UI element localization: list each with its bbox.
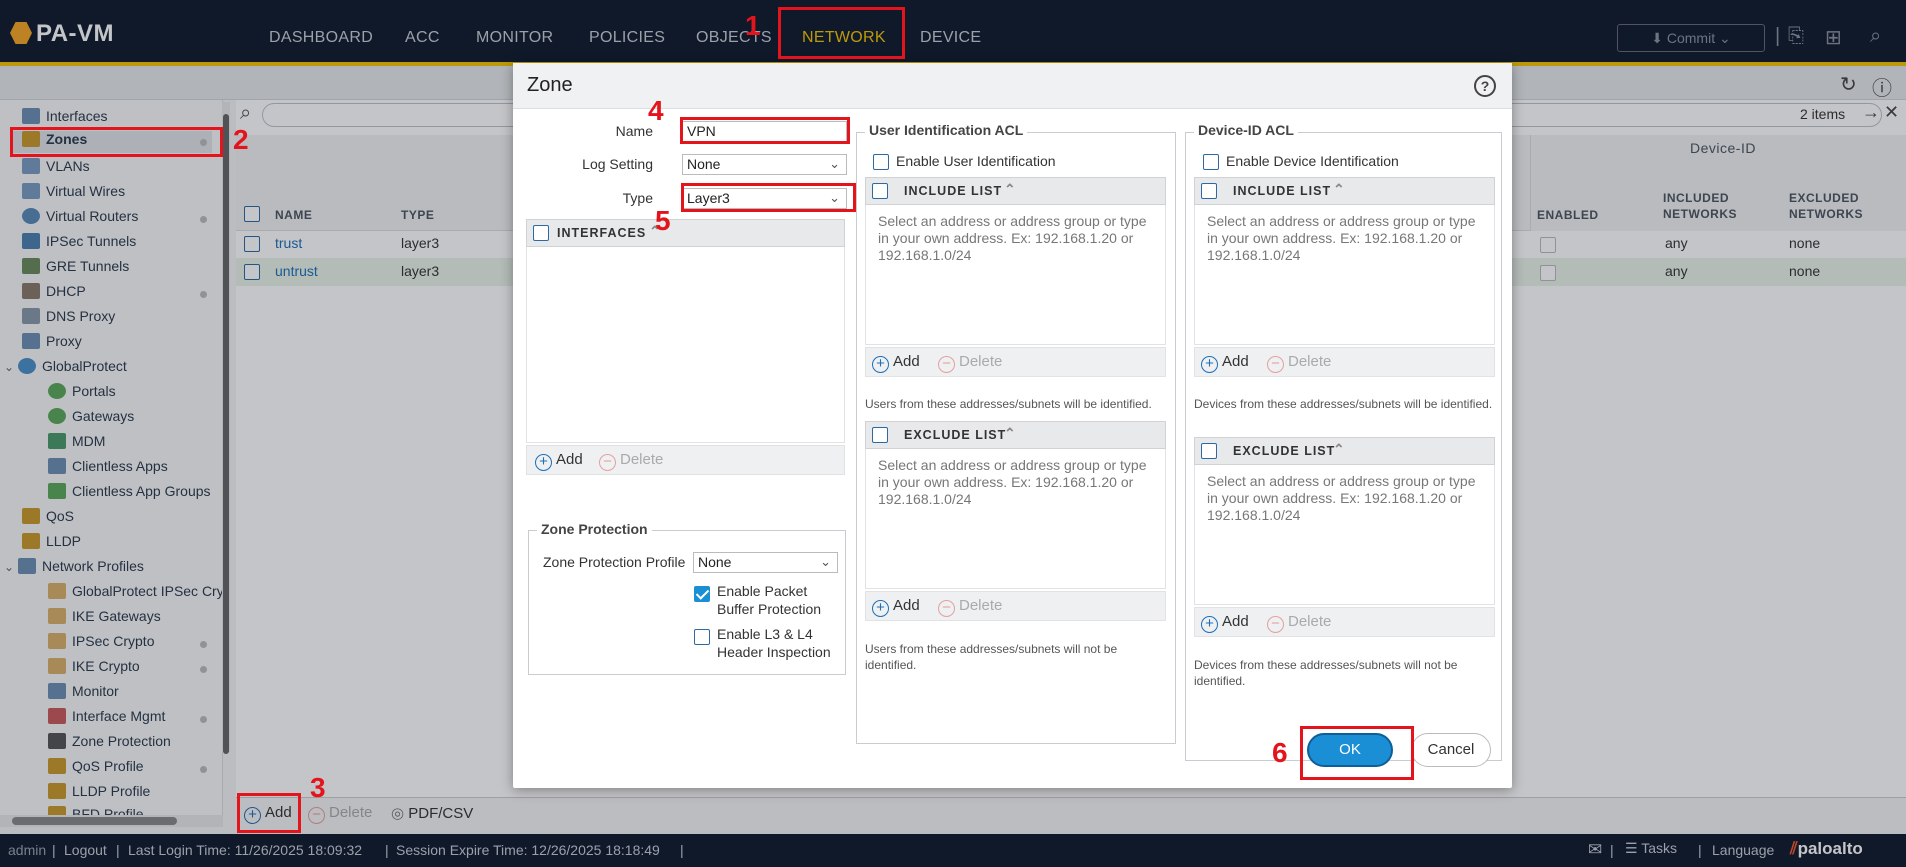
user-include-delete-button[interactable]: − Delete <box>938 353 1002 373</box>
device-include-list-header: INCLUDE LIST ⌃ <box>1194 177 1495 205</box>
chevron-up-icon[interactable]: ⌃ <box>1004 425 1017 442</box>
device-exclude-header-label: EXCLUDE LIST <box>1233 444 1336 458</box>
interfaces-add-button[interactable]: + Add <box>535 451 583 471</box>
user-include-note: Users from these addresses/subnets will … <box>865 397 1152 411</box>
user-include-list-header: INCLUDE LIST ⌃ <box>865 177 1166 205</box>
annotation-number-1: 1 <box>745 10 761 41</box>
zone-protection-profile-label: Zone Protection Profile <box>543 554 686 570</box>
annotation-number-4: 4 <box>648 95 664 126</box>
device-include-list[interactable]: Select an address or address group or ty… <box>1194 205 1495 345</box>
annotation-box-name <box>680 117 850 144</box>
dialog-title: Zone <box>527 74 573 96</box>
user-include-footer: + Add − Delete <box>865 347 1166 377</box>
interfaces-list-footer: + Add − Delete <box>526 445 845 475</box>
user-exclude-footer: + Add − Delete <box>865 591 1166 621</box>
cancel-button[interactable]: Cancel <box>1411 733 1491 767</box>
device-include-footer: + Add − Delete <box>1194 347 1495 377</box>
device-exclude-footer: + Add − Delete <box>1194 607 1495 637</box>
plus-icon: + <box>1201 616 1218 633</box>
annotation-box-add <box>237 793 301 833</box>
device-exclude-add-button[interactable]: + Add <box>1201 613 1249 633</box>
user-exclude-add-button[interactable]: + Add <box>872 597 920 617</box>
help-icon[interactable]: ? <box>1474 75 1496 97</box>
zone-protection-title: Zone Protection <box>537 521 652 537</box>
plus-icon: + <box>1201 356 1218 373</box>
user-include-select-all-checkbox[interactable] <box>872 183 888 199</box>
chevron-up-icon[interactable]: ⌃ <box>1333 441 1346 458</box>
user-exclude-note: Users from these addresses/subnets will … <box>865 642 1118 672</box>
annotation-box-ok <box>1300 726 1414 780</box>
log-setting-label: Log Setting <box>582 156 653 172</box>
user-include-list[interactable]: Select an address or address group or ty… <box>865 205 1166 345</box>
enable-device-id-checkbox[interactable] <box>1203 154 1219 170</box>
type-label: Type <box>622 190 653 206</box>
interfaces-delete-button[interactable]: − Delete <box>599 451 663 471</box>
device-include-header-label: INCLUDE LIST <box>1233 184 1332 198</box>
user-exclude-list-header: EXCLUDE LIST ⌃ <box>865 421 1166 449</box>
enable-device-id-label: Enable Device Identification <box>1226 153 1399 169</box>
interfaces-select-all-checkbox[interactable] <box>533 225 549 241</box>
minus-icon: − <box>938 356 955 373</box>
zone-protection-profile-select[interactable]: None ⌄ <box>693 552 838 573</box>
enable-user-id-label: Enable User Identification <box>896 153 1056 169</box>
user-exclude-header-label: EXCLUDE LIST <box>904 428 1007 442</box>
interfaces-header-label: INTERFACES <box>557 226 647 240</box>
chevron-down-icon: ⌄ <box>829 156 840 171</box>
l3l4-inspection-label: Enable L3 & L4 Header Inspection <box>717 626 831 660</box>
chevron-up-icon[interactable]: ⌃ <box>1004 181 1017 198</box>
device-exclude-delete-button[interactable]: − Delete <box>1267 613 1331 633</box>
user-exclude-delete-button[interactable]: − Delete <box>938 597 1002 617</box>
minus-icon: − <box>599 454 616 471</box>
annotation-number-3: 3 <box>310 772 326 803</box>
annotation-number-6: 6 <box>1272 737 1288 768</box>
minus-icon: − <box>1267 356 1284 373</box>
user-id-acl-title: User Identification ACL <box>865 122 1028 138</box>
minus-icon: − <box>938 600 955 617</box>
device-include-select-all-checkbox[interactable] <box>1201 183 1217 199</box>
log-setting-select[interactable]: None ⌄ <box>682 154 847 175</box>
plus-icon: + <box>872 356 889 373</box>
plus-icon: + <box>535 454 552 471</box>
name-label: Name <box>615 123 653 139</box>
annotation-box-type <box>681 183 856 212</box>
interfaces-list-header: INTERFACES ⌃ <box>526 219 845 247</box>
device-exclude-select-all-checkbox[interactable] <box>1201 443 1217 459</box>
user-include-add-button[interactable]: + Add <box>872 353 920 373</box>
minus-icon: − <box>1267 616 1284 633</box>
device-include-delete-button[interactable]: − Delete <box>1267 353 1331 373</box>
annotation-number-2: 2 <box>233 124 249 155</box>
user-exclude-select-all-checkbox[interactable] <box>872 427 888 443</box>
packet-buffer-checkbox[interactable] <box>694 586 710 602</box>
device-include-add-button[interactable]: + Add <box>1201 353 1249 373</box>
chevron-down-icon: ⌄ <box>820 554 831 569</box>
annotation-box-network <box>778 7 905 59</box>
l3l4-inspection-checkbox[interactable] <box>694 629 710 645</box>
zone-dialog: Zone ? Name VPN Log Setting None ⌄ Type L… <box>513 63 1512 788</box>
user-exclude-list[interactable]: Select an address or address group or ty… <box>865 449 1166 589</box>
device-exclude-note: Devices from these addresses/subnets wil… <box>1194 658 1458 688</box>
device-exclude-list-header: EXCLUDE LIST ⌃ <box>1194 437 1495 465</box>
packet-buffer-label: Enable Packet Buffer Protection <box>717 583 822 617</box>
device-exclude-list[interactable]: Select an address or address group or ty… <box>1194 465 1495 605</box>
enable-user-id-checkbox[interactable] <box>873 154 889 170</box>
chevron-up-icon[interactable]: ⌃ <box>1333 181 1346 198</box>
interfaces-list[interactable] <box>526 247 845 443</box>
device-id-acl-title: Device-ID ACL <box>1194 122 1298 138</box>
plus-icon: + <box>872 600 889 617</box>
user-include-header-label: INCLUDE LIST <box>904 184 1003 198</box>
device-include-note: Devices from these addresses/subnets wil… <box>1194 397 1493 411</box>
annotation-number-5: 5 <box>655 205 671 236</box>
annotation-box-zones <box>10 127 223 157</box>
